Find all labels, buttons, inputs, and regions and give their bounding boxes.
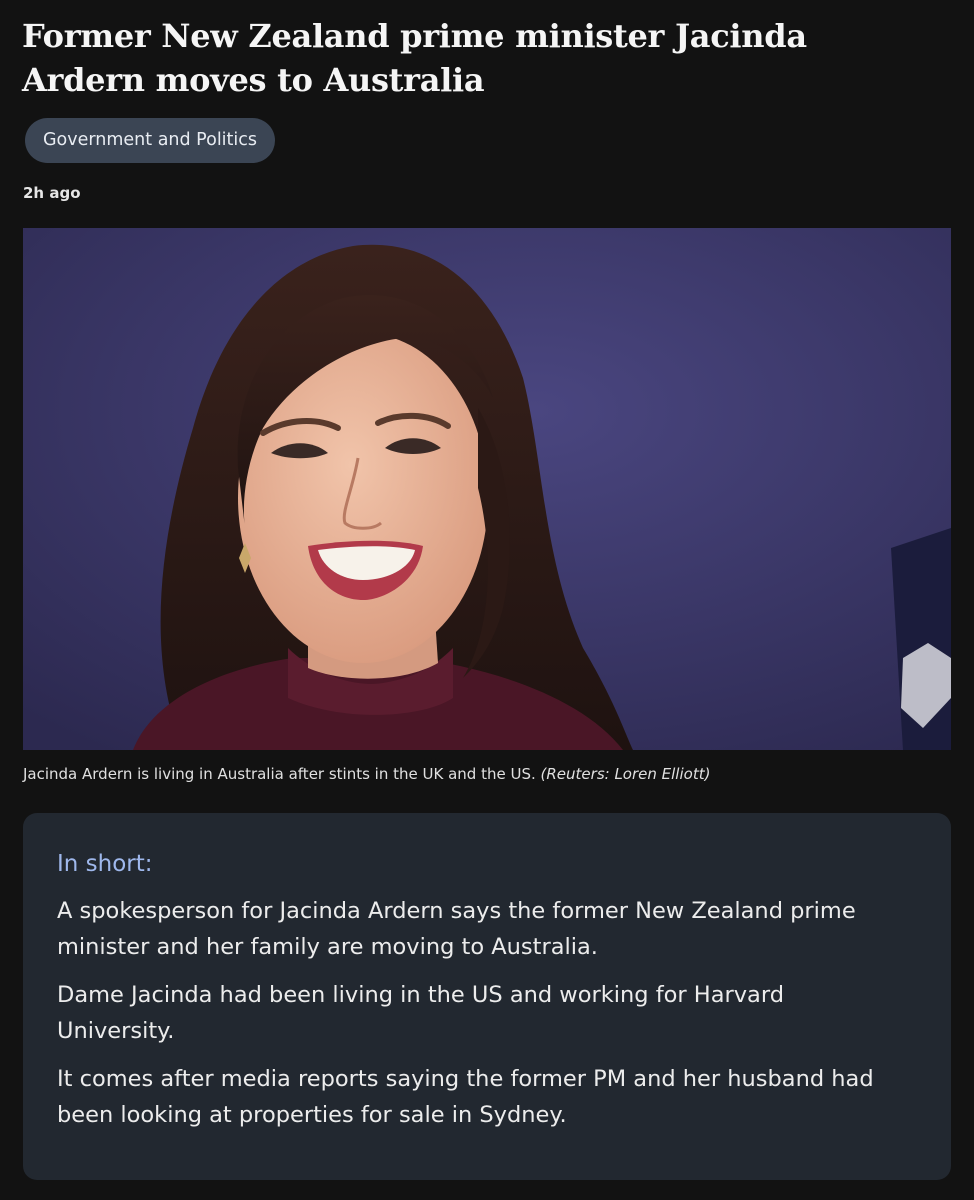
- topic-tag-link[interactable]: Government and Politics: [25, 118, 276, 163]
- summary-box: In short: A spokesperson for Jacinda Ard…: [23, 813, 951, 1180]
- summary-paragraph: Dame Jacinda had been living in the US a…: [57, 982, 784, 1044]
- photo-caption: Jacinda Ardern is living in Australia af…: [23, 765, 953, 783]
- article-headline: Former New Zealand prime minister Jacind…: [22, 17, 807, 99]
- published-timestamp: 2h ago: [23, 184, 81, 202]
- summary-paragraph: A spokesperson for Jacinda Ardern says t…: [57, 898, 856, 960]
- summary-paragraph: It comes after media reports saying the …: [57, 1066, 874, 1128]
- caption-text: Jacinda Ardern is living in Australia af…: [23, 765, 536, 783]
- summary-heading: In short:: [57, 851, 153, 877]
- article-photo: [23, 228, 951, 750]
- photo-credit: (Reuters: Loren Elliott): [540, 765, 711, 783]
